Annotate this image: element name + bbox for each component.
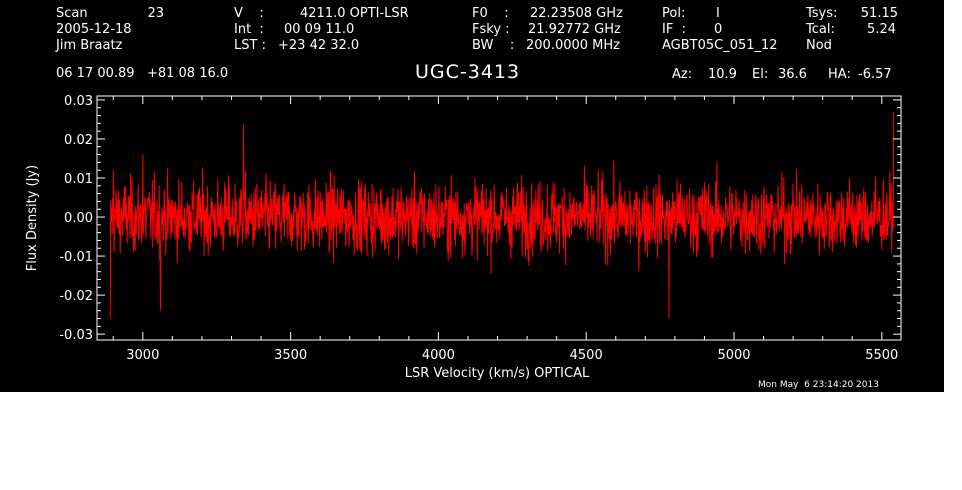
x-tick-label: 4500 [570,348,603,363]
x-tick-label: 5000 [717,348,750,363]
y-tick-label: -0.03 [59,328,93,343]
spectrum-series [109,111,895,319]
plot-timestamp: Mon May 6 23:14:20 2013 [758,380,879,390]
y-axis-label: Flux Density (Jy) [25,165,40,271]
y-tick-label: 0.03 [64,94,93,109]
x-axis-label: LSR Velocity (km/s) OPTICAL [405,366,590,381]
y-tick-label: -0.01 [59,250,93,265]
y-tick-label: 0.00 [64,211,93,226]
x-tick-label: 3500 [274,348,307,363]
x-tick-label: 3000 [126,348,159,363]
x-tick-label: 5500 [865,348,898,363]
x-tick-label: 4000 [422,348,455,363]
y-tick-label: 0.01 [64,172,93,187]
spectrum-plot-panel: Scan 23 2005-12-18 Jim Braatz 06 17 00.8… [0,0,944,392]
spectrum-line [109,111,895,319]
y-tick-label: 0.02 [64,133,93,148]
spectrum-chart: 3000 3500 4000 4500 5000 5500 -0.03 -0.02 -0.01 0… [25,94,902,381]
y-tick-label: -0.02 [59,289,93,304]
